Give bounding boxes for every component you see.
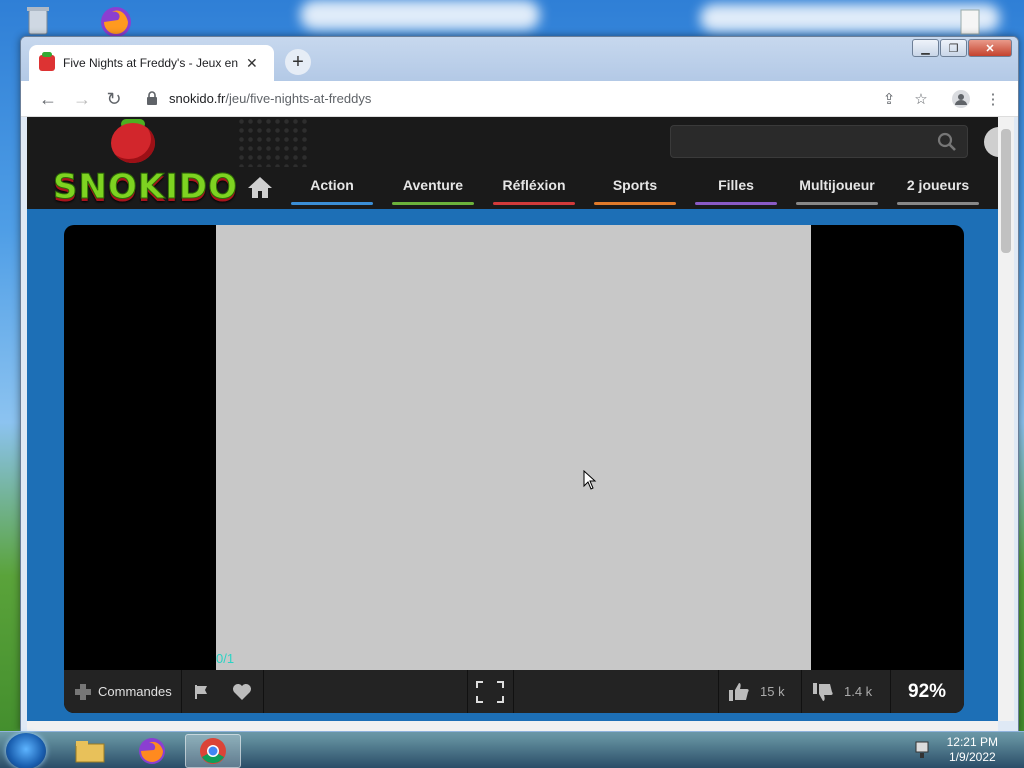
vertical-scrollbar[interactable] [998, 117, 1014, 721]
chrome-icon [200, 738, 226, 764]
clock-time: 12:21 PM [946, 735, 998, 749]
heart-icon [233, 683, 251, 700]
nav-label: Sports [612, 177, 658, 193]
browser-window: Five Nights at Freddy's - Jeux en ✕ + ▁ … [20, 36, 1019, 732]
url-path: /jeu/five-nights-at-freddys [225, 91, 372, 106]
game-frame: 0/1 Commandes 15 k 1.4 k 92% [64, 225, 964, 713]
nav-action[interactable]: Action [291, 173, 373, 205]
folder-icon [75, 741, 105, 763]
category-nav: Action Aventure Réfléxion Sports Filles … [27, 167, 998, 209]
game-canvas[interactable] [216, 225, 811, 670]
search-input[interactable] [670, 125, 968, 158]
dislike-count: 1.4 k [844, 684, 873, 699]
nav-label: 2 joueurs [906, 177, 970, 193]
nav-label: Réfléxion [502, 177, 566, 193]
separator [467, 670, 468, 713]
site-header: SNOKIDO Action Aventure Réfléxion Sports… [27, 117, 998, 209]
search-icon[interactable] [937, 132, 957, 152]
scrollbar-thumb[interactable] [1001, 129, 1011, 253]
separator [801, 670, 802, 713]
thumbs-up-icon [729, 682, 749, 701]
game-counter: 0/1 [216, 651, 235, 666]
thumbs-down-icon [813, 682, 833, 701]
nav-underline [493, 202, 575, 205]
nav-underline [796, 202, 878, 205]
home-icon[interactable] [247, 175, 273, 199]
nav-label: Multijoueur [799, 177, 875, 193]
fullscreen-icon [476, 680, 504, 703]
close-window-button[interactable]: ✕ [968, 39, 1012, 57]
browser-tab[interactable]: Five Nights at Freddy's - Jeux en ✕ [29, 45, 274, 81]
bookmark-star-icon[interactable]: ☆ [911, 89, 931, 109]
nav-filles[interactable]: Filles [695, 173, 777, 205]
nav-underline [392, 202, 474, 205]
lock-icon [147, 91, 157, 105]
flag-icon [195, 684, 207, 699]
tab-title: Five Nights at Freddy's - Jeux en [63, 56, 238, 70]
nav-aventure[interactable]: Aventure [392, 173, 474, 205]
nav-underline [897, 202, 979, 205]
dislike-button[interactable]: 1.4 k [812, 670, 872, 713]
page-viewport: SNOKIDO Action Aventure Réfléxion Sports… [27, 117, 998, 721]
desktop-cloud [300, 0, 540, 30]
back-arrow-icon[interactable]: ← [37, 88, 59, 110]
gamepad-cross-icon [75, 683, 91, 700]
separator [181, 670, 182, 713]
firefox-icon [139, 738, 165, 764]
forward-arrow-icon[interactable]: → [71, 88, 93, 110]
clock-date: 1/9/2022 [948, 750, 996, 764]
nav-label: Aventure [402, 177, 464, 193]
snokido-favicon-icon [39, 52, 55, 71]
new-tab-button[interactable]: + [285, 49, 311, 75]
network-tray-icon[interactable] [914, 740, 932, 765]
like-count: 15 k [760, 684, 785, 699]
start-button[interactable] [6, 733, 46, 768]
browser-toolbar: ← → ↻ snokido.fr/jeu/five-nights-at-fred… [21, 81, 1018, 117]
taskbar: 12:21 PM 1/9/2022 [0, 731, 1024, 768]
controls-button[interactable]: Commandes [74, 670, 172, 713]
report-flag-button[interactable] [194, 670, 210, 713]
taskbar-firefox[interactable] [124, 734, 180, 768]
system-clock[interactable]: 12:21 PM 1/9/2022 [947, 735, 998, 765]
separator [263, 670, 264, 713]
menu-kebab-icon[interactable]: ⋮ [983, 89, 1003, 109]
user-account-icon[interactable] [984, 127, 998, 157]
nav-underline [695, 202, 777, 205]
nav-2-joueurs[interactable]: 2 joueurs [897, 173, 979, 205]
separator [890, 670, 891, 713]
title-bar: Five Nights at Freddy's - Jeux en ✕ + ▁ … [21, 37, 1018, 81]
rating-percent: 92% [908, 680, 947, 702]
favorite-button[interactable] [232, 670, 252, 713]
tomato-mascot-icon [111, 123, 155, 163]
nav-underline [291, 202, 373, 205]
nav-multijoueur[interactable]: Multijoueur [796, 173, 878, 205]
nav-sports[interactable]: Sports [594, 173, 676, 205]
minimize-button[interactable]: ▁ [912, 39, 939, 57]
nav-underline [594, 202, 676, 205]
tab-close-icon[interactable]: ✕ [246, 55, 258, 72]
separator [718, 670, 719, 713]
nav-label: Filles [718, 177, 754, 193]
header-pattern [237, 117, 307, 167]
recycle-bin-icon[interactable] [20, 4, 56, 40]
taskbar-chrome[interactable] [185, 734, 241, 768]
like-button[interactable]: 15 k [728, 670, 785, 713]
url-domain: snokido.fr [169, 91, 226, 106]
reload-icon[interactable]: ↻ [103, 88, 125, 110]
fullscreen-button[interactable] [476, 670, 504, 713]
separator [513, 670, 514, 713]
firefox-desktop-icon[interactable] [96, 2, 132, 38]
window-controls: ▁ ❐ ✕ [911, 39, 1012, 57]
taskbar-explorer[interactable] [62, 734, 118, 768]
maximize-button[interactable]: ❐ [940, 39, 967, 57]
share-icon[interactable]: ⇪ [879, 89, 899, 109]
profile-icon[interactable] [951, 89, 971, 109]
nav-label: Action [310, 177, 354, 193]
rating: 92% [908, 670, 946, 713]
game-controls-bar: Commandes 15 k 1.4 k 92% [64, 670, 964, 713]
controls-label: Commandes [98, 684, 172, 699]
mouse-cursor-icon [583, 470, 597, 490]
address-bar[interactable]: snokido.fr/jeu/five-nights-at-freddys [169, 91, 371, 106]
nav-reflexion[interactable]: Réfléxion [493, 173, 575, 205]
